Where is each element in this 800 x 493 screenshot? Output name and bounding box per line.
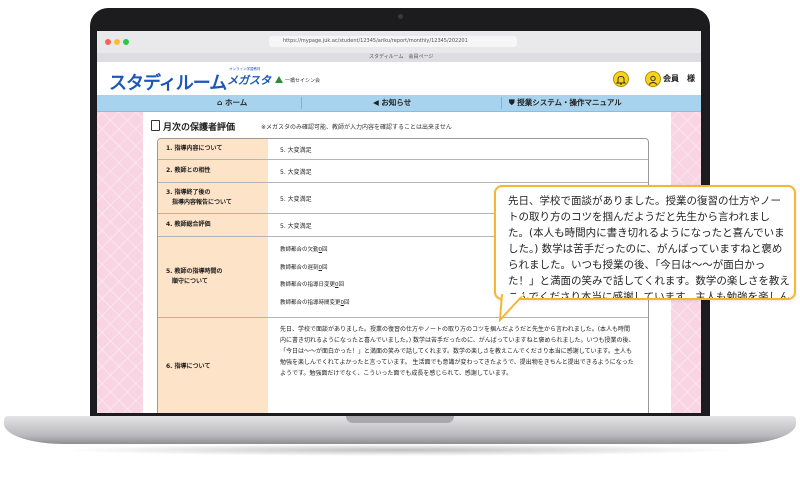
megasta-logo[interactable]: メガスタ: [227, 72, 271, 88]
row-value: 5. 大変満足: [280, 169, 312, 176]
minimize-window-button[interactable]: [114, 39, 120, 45]
user-name[interactable]: 会員 様: [663, 73, 695, 84]
site-header: スタディルーム オンライン学習教材 メガスタ 一橋セイシン会 会員 様: [97, 62, 701, 95]
schedule-item: 教師都合の遅刻0回: [280, 263, 328, 271]
laptop-shadow: [60, 444, 740, 456]
nav-home-label: ホーム: [225, 98, 248, 107]
row-label-cell: 5. 教師の指導時間の 順守について: [158, 237, 268, 317]
main-nav: ⌂ ホーム ◀ お知らせ ⛊ 授業システム・操作マニュアル: [97, 95, 701, 112]
schedule-item-label: 教師都合の指導日変更: [280, 282, 336, 288]
schedule-item: 教師都合の指導日変更0回: [280, 280, 344, 288]
row-value: 5. 大変満足: [280, 196, 312, 203]
nav-manual-label: 授業システム・操作マニュアル: [517, 98, 622, 107]
row-label: 1. 指導内容について: [166, 145, 223, 152]
nav-news-label: お知らせ: [381, 98, 412, 107]
laptop-mockup: https://mypage.juk.ac/student/12345/arik…: [0, 0, 800, 493]
shield-icon: ⛊: [509, 98, 515, 107]
nav-manual[interactable]: ⛊ 授業システム・操作マニュアル: [509, 95, 622, 111]
schedule-item-label: 教師都合の指導時間変更: [280, 300, 341, 306]
comment-callout: 先日、学校で面談がありました。授業の復習の仕方やノートの取り方のコツを掴んだよう…: [494, 185, 796, 300]
row-label: 3. 指導終了後の 指導内容報告について: [166, 189, 232, 206]
nav-divider: [501, 97, 502, 109]
row-label-cell: 4. 教師総合評価: [158, 214, 268, 236]
comment-text: 先日、学校で面談がありました。授業の復習の仕方やノートの取り方のコツを掴んだよう…: [280, 326, 635, 377]
row-label-cell: 6. 指導について: [158, 318, 268, 413]
row-label: 6. 指導について: [166, 363, 211, 370]
site-logo[interactable]: スタディルーム: [109, 69, 227, 95]
page-title: 月次の保護者評価: [163, 123, 236, 133]
schedule-unit: 回: [322, 247, 328, 253]
nav-home[interactable]: ⌂ ホーム: [217, 95, 247, 111]
schedule-unit: 回: [338, 282, 345, 288]
nav-divider: [301, 97, 302, 109]
schedule-item-label: 教師都合の欠勤: [280, 247, 319, 253]
table-row: 2. 教師との相性 5. 大変満足: [158, 160, 648, 183]
row-label-cell: 1. 指導内容について: [158, 139, 268, 159]
megaphone-icon: ◀: [373, 98, 379, 107]
row-value: 5. 大変満足: [280, 223, 312, 230]
clipboard-icon: [151, 120, 160, 131]
row-label-cell: 2. 教師との相性: [158, 160, 268, 182]
home-icon: ⌂: [217, 98, 223, 107]
row-label: 4. 教師総合評価: [166, 221, 211, 228]
schedule-unit: 回: [322, 265, 328, 271]
user-avatar-icon[interactable]: [645, 71, 661, 87]
table-row: 6. 指導について 先日、学校で面談がありました。授業の復習の仕方やノートの取り…: [158, 318, 648, 413]
close-window-button[interactable]: [105, 39, 111, 45]
tab-title[interactable]: スタディルーム 会員ページ: [369, 53, 433, 62]
brand2-logo[interactable]: 一橋セイシン会: [285, 77, 320, 84]
row-value: 5. 大変満足: [280, 147, 312, 154]
table-row: 1. 指導内容について 5. 大変満足: [158, 139, 648, 160]
laptop-notch: [346, 416, 454, 423]
callout-tail: [498, 294, 525, 322]
brand2-emblem-icon: [275, 76, 283, 83]
schedule-unit: 回: [344, 300, 350, 306]
page-note: ※メガスタのみ確認可能、教師が入力内容を確認することは出来ません: [261, 124, 452, 131]
row-label-cell: 3. 指導終了後の 指導内容報告について: [158, 183, 268, 213]
bell-icon[interactable]: [613, 71, 629, 87]
schedule-item: 教師都合の指導時間変更0回: [280, 298, 350, 306]
nav-news[interactable]: ◀ お知らせ: [373, 95, 411, 111]
callout-text: 先日、学校で面談がありました。授業の復習の仕方やノートの取り方のコツを掴んだよう…: [508, 195, 790, 300]
tab-bar: スタディルーム 会員ページ: [97, 53, 701, 62]
schedule-item-label: 教師都合の遅刻: [280, 265, 319, 271]
row-label: 2. 教師との相性: [166, 167, 211, 174]
url-text: https://mypage.juk.ac/student/12345/arik…: [283, 38, 468, 44]
camera: [398, 14, 403, 19]
browser-toolbar: https://mypage.juk.ac/student/12345/arik…: [97, 31, 701, 54]
row-label: 5. 教師の指導時間の 順守について: [166, 268, 223, 285]
maximize-window-button[interactable]: [123, 39, 129, 45]
address-bar[interactable]: https://mypage.juk.ac/student/12345/arik…: [269, 36, 517, 47]
schedule-item: 教師都合の欠勤0回: [280, 245, 328, 253]
